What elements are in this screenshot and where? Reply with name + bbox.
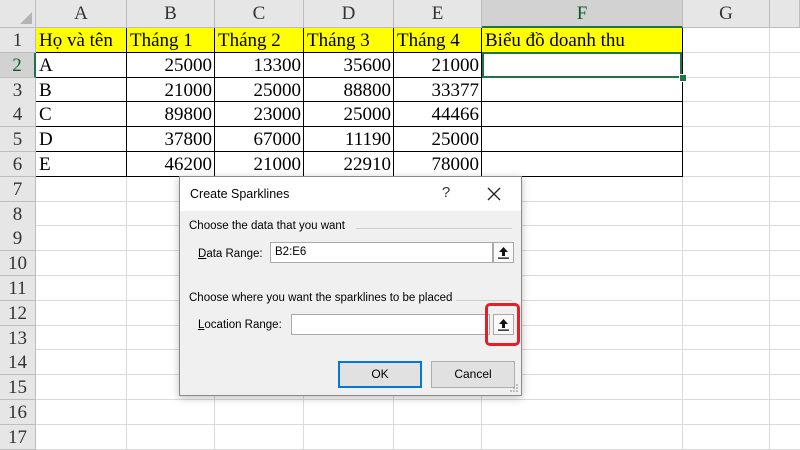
dialog-title: Create Sparklines [190,187,290,201]
gridline [769,28,770,450]
table-cell[interactable]: 13300 [215,53,304,78]
table-cell[interactable] [482,78,683,103]
row-header-1[interactable]: 1 [0,28,36,53]
table-cell[interactable]: 46200 [127,152,215,177]
row-header-6[interactable]: 6 [0,152,36,177]
table-cell[interactable]: E [36,152,127,177]
create-sparklines-dialog: Create Sparklines ? Choose the data that… [179,176,522,396]
table-cell[interactable]: A [36,53,127,78]
fill-handle[interactable] [679,74,687,82]
select-all-button[interactable] [0,0,36,28]
row-header-17[interactable]: 17 [0,425,36,450]
row-header-10[interactable]: 10 [0,251,36,276]
table-border [126,28,127,176]
column-header-a[interactable]: A [36,0,127,28]
table-cell[interactable]: 44466 [394,102,482,127]
location-range-input[interactable] [291,314,490,335]
table-border [682,28,683,176]
column-header-g[interactable]: G [683,0,770,28]
row-header-8[interactable]: 8 [0,202,36,227]
gridline [36,424,800,425]
table-cell[interactable]: 78000 [394,152,482,177]
table-cell[interactable]: 89800 [127,102,215,127]
table-cell[interactable]: 25000 [394,127,482,152]
table-cell[interactable]: 67000 [215,127,304,152]
row-header-4[interactable]: 4 [0,102,36,127]
row-header-2[interactable]: 2 [0,53,36,78]
row-header-12[interactable]: 12 [0,301,36,326]
table-cell[interactable]: 22910 [304,152,394,177]
section-divider [356,228,512,229]
table-cell[interactable]: C [36,102,127,127]
table-cell[interactable]: 88800 [304,78,394,103]
row-header-3[interactable]: 3 [0,78,36,103]
table-cell[interactable]: 21000 [394,53,482,78]
table-cell[interactable]: 25000 [304,102,394,127]
table-cell[interactable]: D [36,127,127,152]
row-header-9[interactable]: 9 [0,226,36,251]
data-range-input[interactable]: B2:E6 [270,242,493,263]
gridline [36,399,800,400]
table-border [214,28,215,176]
location-range-label: Location Range: [198,319,282,331]
table-border [481,28,482,176]
table-cell[interactable]: B [36,78,127,103]
table-cell[interactable] [482,152,683,177]
table-cell[interactable]: 21000 [127,78,215,103]
row-header-15[interactable]: 15 [0,375,36,400]
table-cell[interactable]: 23000 [215,102,304,127]
table-cell[interactable]: 11190 [304,127,394,152]
table-border [303,28,304,176]
table-border [36,126,683,127]
section-divider [456,300,512,301]
table-border [36,101,683,102]
row-header-13[interactable]: 13 [0,326,36,351]
row-header-5[interactable]: 5 [0,127,36,152]
row-header-11[interactable]: 11 [0,276,36,301]
row-header-16[interactable]: 16 [0,400,36,425]
table-cell[interactable]: 25000 [127,53,215,78]
table-cell[interactable]: 35600 [304,53,394,78]
table-border [393,28,394,176]
resize-grip-icon[interactable] [509,383,519,393]
table-cell[interactable]: 37800 [127,127,215,152]
column-header-f[interactable]: F [482,0,683,28]
data-section-label: Choose the data that you want [189,220,345,232]
table-cell[interactable]: 25000 [215,78,304,103]
column-header-b[interactable]: B [127,0,215,28]
column-header-e[interactable]: E [394,0,482,28]
table-header-cell[interactable]: Tháng 4 [394,28,482,52]
table-header-cell[interactable]: Tháng 2 [215,28,304,52]
table-cell[interactable] [482,102,683,127]
table-border [36,151,683,152]
location-section-label: Choose where you want the sparklines to … [189,292,453,304]
ok-button[interactable]: OK [338,361,422,388]
active-cell-f2[interactable] [482,52,682,78]
cancel-button[interactable]: Cancel [431,361,515,388]
data-range-label: Data Range: [198,248,263,260]
table-cell[interactable]: 33377 [394,78,482,103]
table-header-cell[interactable]: Tháng 1 [127,28,215,52]
collapse-dialog-icon [498,247,509,259]
table-header-cell[interactable]: Biểu đồ doanh thu [482,28,683,52]
table-header-cell[interactable]: Họ và tên [36,28,127,52]
table-cell[interactable] [482,127,683,152]
column-header-c[interactable]: C [215,0,304,28]
dialog-titlebar[interactable]: Create Sparklines ? [180,177,521,211]
close-icon[interactable] [482,182,506,206]
column-header-d[interactable]: D [304,0,394,28]
select-all-triangle-icon [20,12,32,24]
row-header-7[interactable]: 7 [0,177,36,202]
table-cell[interactable]: 21000 [215,152,304,177]
row-header-14[interactable]: 14 [0,350,36,375]
table-header-cell[interactable]: Tháng 3 [304,28,394,52]
data-range-collapse-button[interactable] [493,242,514,263]
help-button[interactable]: ? [438,184,454,201]
column-header-next[interactable] [770,0,800,28]
data-range-value: B2:E6 [275,246,307,258]
highlight-box [485,303,520,346]
